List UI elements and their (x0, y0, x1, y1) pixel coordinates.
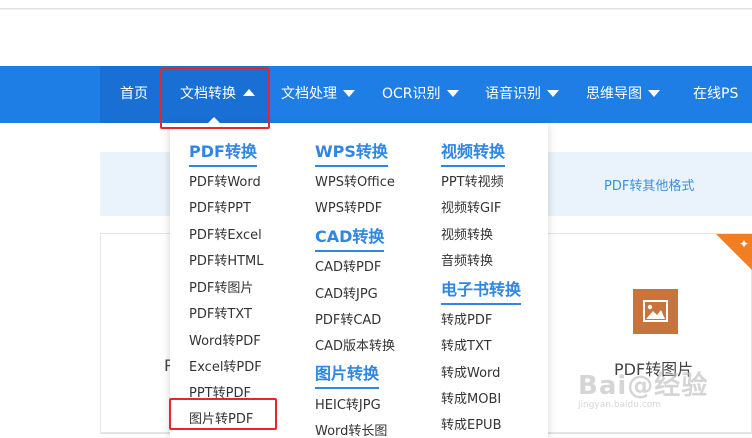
highlight-box-image-to-pdf (169, 398, 277, 430)
menu-item-pdf-to-txt[interactable]: PDF转TXT (189, 303, 252, 322)
nav-item-mind-map[interactable]: 思维导图 (586, 66, 660, 123)
nav-item-label: 在线PS (693, 86, 739, 102)
nav-item-home[interactable]: 首页 (100, 66, 162, 123)
nav-item-label: 语音识别 (485, 86, 541, 102)
menu-item-pdf-to-cad[interactable]: PDF转CAD (315, 309, 381, 328)
menu-item-cad-version-convert[interactable]: CAD版本转换 (315, 335, 395, 354)
menu-item-to-word[interactable]: 转成Word (441, 362, 500, 381)
watermark-url: jingyan.baidu.com (578, 400, 662, 410)
menu-item-pdf-to-image[interactable]: PDF转图片 (189, 277, 253, 296)
col-header-ebook-convert: 电子书转换 (441, 276, 522, 305)
menu-item-ppt-to-video[interactable]: PPT转视频 (441, 171, 504, 190)
menu-item-to-mobi[interactable]: 转成MOBI (441, 388, 501, 407)
nav-item-label: 文档处理 (281, 86, 337, 102)
menu-item-word-to-long-image[interactable]: Word转长图 (315, 420, 387, 438)
col-header-video-convert: 视频转换 (441, 138, 506, 167)
menu-item-cad-to-pdf[interactable]: CAD转PDF (315, 256, 381, 275)
hot-corner-badge: ✦ (716, 234, 752, 270)
baidu-jingyan-watermark: Bai@经验 jingyan.baidu.com (578, 365, 709, 410)
menu-item-pdf-to-word[interactable]: PDF转Word (189, 171, 261, 190)
caret-down-icon (446, 89, 459, 97)
nav-item-label: OCR识别 (382, 86, 441, 102)
menu-item-word-to-pdf[interactable]: Word转PDF (189, 330, 261, 349)
banner-link-pdf-to-other[interactable]: PDF转其他格式 (604, 175, 694, 194)
menu-item-to-epub[interactable]: 转成EPUB (441, 414, 502, 433)
nav-item-document-process[interactable]: 文档处理 (281, 66, 355, 123)
watermark-logo-text: Bai@经验 (578, 371, 709, 401)
caret-down-icon (648, 89, 660, 97)
menu-item-to-pdf[interactable]: 转成PDF (441, 309, 492, 328)
caret-down-icon (547, 89, 559, 97)
menu-item-wps-to-office[interactable]: WPS转Office (315, 171, 395, 190)
nav-item-label: 首页 (120, 86, 148, 102)
nav-item-ocr[interactable]: OCR识别 (382, 66, 459, 123)
top-divider-shadow (0, 9, 752, 10)
highlight-box-document-convert (160, 68, 270, 129)
caret-down-icon (343, 89, 355, 97)
image-icon[interactable] (633, 289, 678, 334)
menu-item-cad-to-jpg[interactable]: CAD转JPG (315, 283, 378, 302)
picture-glyph (643, 300, 668, 322)
flame-icon: ✦ (738, 237, 749, 251)
nav-item-speech-recognition[interactable]: 语音识别 (485, 66, 559, 123)
menu-item-pdf-to-html[interactable]: PDF转HTML (189, 250, 264, 269)
menu-item-to-txt[interactable]: 转成TXT (441, 335, 492, 354)
col-header-image-convert: 图片转换 (315, 360, 380, 389)
document-convert-dropdown: PDF转换 PDF转Word PDF转PPT PDF转Excel PDF转HTM… (170, 123, 548, 438)
menu-item-pdf-to-excel[interactable]: PDF转Excel (189, 224, 262, 243)
menu-item-wps-to-pdf[interactable]: WPS转PDF (315, 197, 382, 216)
menu-item-pdf-to-ppt[interactable]: PDF转PPT (189, 197, 251, 216)
menu-item-excel-to-pdf[interactable]: Excel转PDF (189, 356, 262, 375)
menu-item-video-to-gif[interactable]: 视频转GIF (441, 197, 501, 216)
col-header-pdf-convert: PDF转换 (189, 138, 257, 167)
menu-item-video-convert[interactable]: 视频转换 (441, 224, 493, 243)
col-header-cad-convert: CAD转换 (315, 223, 385, 252)
menu-item-heic-to-jpg[interactable]: HEIC转JPG (315, 394, 381, 413)
nav-item-online-ps[interactable]: 在线PS (693, 66, 738, 123)
main-nav-bar: 首页 文档转换 文档处理 OCR识别 语音识别 思维导图 在线PS (0, 66, 752, 123)
col-header-wps-convert: WPS转换 (315, 138, 388, 167)
nav-item-label: 思维导图 (586, 86, 642, 102)
menu-item-audio-convert[interactable]: 音频转换 (441, 250, 493, 269)
